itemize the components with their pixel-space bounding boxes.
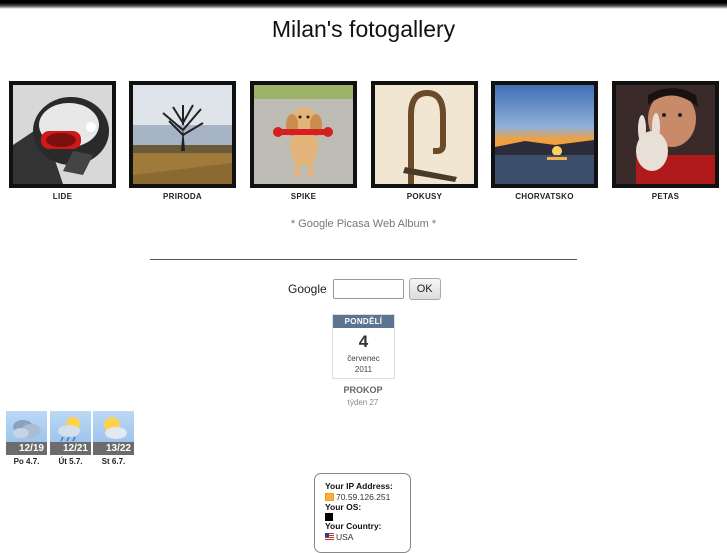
weather-day[interactable]: 12/19 Po 4.7.: [6, 411, 47, 466]
network-icon: [325, 493, 334, 501]
album-gallery: LIDE PRIRODA SPIKE POKUSY CHORVATSKO PET…: [9, 81, 719, 206]
weather-day-label: Út 5.7.: [58, 457, 83, 466]
album-spike[interactable]: SPIKE: [250, 81, 357, 201]
album-pokusy[interactable]: POKUSY: [371, 81, 478, 201]
tree-landscape-thumbnail[interactable]: [129, 81, 236, 188]
page-title: Milan's fotogallery: [271, 16, 456, 42]
weather-temp: 13/22: [93, 442, 134, 455]
person-with-bunny-thumbnail[interactable]: [612, 81, 719, 188]
search-ok-button[interactable]: OK: [408, 278, 441, 300]
ip-value: 70.59.126.251: [336, 492, 391, 502]
calendar-widget: PONDĚLÍ 4 červenec 2011: [332, 314, 395, 379]
visitor-info-box: Your IP Address: 70.59.126.251 Your OS: …: [314, 473, 411, 553]
divider: [150, 259, 577, 260]
album-label[interactable]: CHORVATSKO: [491, 192, 598, 201]
calendar-weekday: PONDĚLÍ: [333, 315, 394, 328]
weather-day[interactable]: 12/21 Út 5.7.: [50, 411, 91, 466]
os-heading: Your OS:: [325, 502, 362, 512]
album-label[interactable]: POKUSY: [371, 192, 478, 201]
picasa-link[interactable]: * Google Picasa Web Album *: [0, 218, 727, 230]
google-search-form: Google OK: [288, 278, 441, 300]
calendar-year: 2011: [354, 365, 373, 374]
os-icon: [325, 513, 333, 521]
country-value: USA: [336, 532, 354, 542]
search-label: Google: [288, 282, 327, 296]
album-petas[interactable]: PETAS: [612, 81, 719, 201]
calendar-day: 4: [358, 332, 369, 351]
ip-row: 70.59.126.251: [325, 492, 410, 502]
cloudy-icon: [13, 420, 41, 438]
weather-temp: 12/19: [6, 442, 47, 455]
album-chorvatsko[interactable]: CHORVATSKO: [491, 81, 598, 201]
search-input[interactable]: [332, 279, 404, 299]
ip-heading: Your IP Address:: [325, 481, 393, 491]
weather-temp: 12/21: [50, 442, 91, 455]
weather-day[interactable]: 13/22 St 6.7.: [93, 411, 134, 466]
calendar-month: červenec: [347, 354, 380, 363]
us-flag-icon: [325, 533, 334, 541]
nameday: PROKOP: [343, 385, 383, 395]
partly-cloudy-icon: [104, 417, 127, 439]
album-label[interactable]: SPIKE: [250, 192, 357, 201]
album-lide[interactable]: LIDE: [9, 81, 116, 201]
weather-day-label: St 6.7.: [101, 457, 126, 466]
sunset-thumbnail[interactable]: [491, 81, 598, 188]
top-border: [0, 0, 727, 9]
album-label[interactable]: LIDE: [9, 192, 116, 201]
country-row: USA: [325, 532, 410, 542]
weather-day-label: Po 4.7.: [13, 457, 40, 466]
album-label[interactable]: PRIRODA: [129, 192, 236, 201]
dog-thumbnail[interactable]: [250, 81, 357, 188]
helmet-portrait-thumbnail[interactable]: [9, 81, 116, 188]
album-priroda[interactable]: PRIRODA: [129, 81, 236, 201]
partly-cloudy-rain-icon: [58, 417, 80, 442]
week-number: týden 27: [347, 398, 379, 407]
hook-thumbnail[interactable]: [371, 81, 478, 188]
country-heading: Your Country:: [325, 521, 382, 531]
os-row: [325, 513, 410, 521]
album-label[interactable]: PETAS: [612, 192, 719, 201]
